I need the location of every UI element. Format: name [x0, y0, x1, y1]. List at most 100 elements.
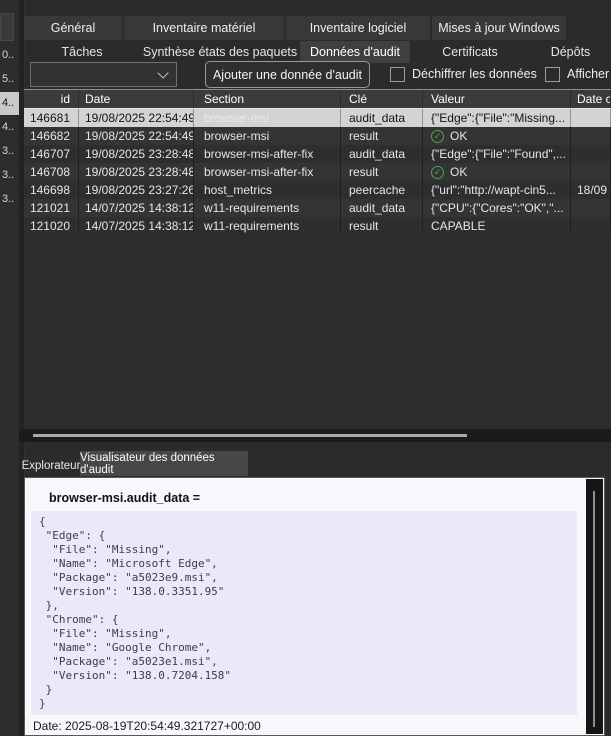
- cell-valeur: {"CPU":{"Cores":"OK","...: [423, 199, 571, 217]
- json-code-block: { "Edge": { "File": "Missing", "Name": "…: [31, 511, 577, 715]
- cell-id: 146681: [24, 109, 79, 127]
- code-line: "Package": "a5023e9.msi",: [39, 571, 577, 585]
- cell-section: host_metrics: [194, 181, 341, 199]
- tab-donnees-audit[interactable]: Données d'audit: [300, 41, 410, 63]
- chevron-down-icon: [157, 67, 168, 78]
- code-line: {: [39, 515, 577, 529]
- code-line: "Version": "138.0.7204.158": [39, 669, 577, 683]
- code-line: "Version": "138.0.3351.95": [39, 585, 577, 599]
- cell-date: 19/08/2025 22:54:49: [79, 109, 194, 127]
- left-id-cell[interactable]: 5..: [0, 68, 19, 92]
- tab-explorateur[interactable]: Explorateur: [22, 455, 80, 476]
- table-row[interactable]: 121021 14/07/2025 14:38:12 w11-requireme…: [24, 199, 611, 217]
- tab-general[interactable]: Général: [24, 16, 122, 40]
- cell-date: 14/07/2025 14:38:12: [79, 199, 194, 217]
- cell-id: 146707: [24, 145, 79, 163]
- cell-valeur-text: OK: [450, 127, 467, 145]
- decrypt-data-label: Déchiffrer les données: [412, 67, 537, 81]
- code-line: "Edge": {: [39, 529, 577, 543]
- cell-date-c: [571, 199, 611, 217]
- cell-valeur: ✓ OK: [423, 163, 571, 181]
- tab-inventaire-materiel[interactable]: Inventaire matériel: [124, 16, 284, 40]
- cell-id: 146698: [24, 181, 79, 199]
- horizontal-scrollbar[interactable]: [19, 429, 611, 442]
- cell-valeur: {"url":"http://wapt-cin5...: [423, 181, 571, 199]
- cell-valeur: ✓ OK: [423, 127, 571, 145]
- tab-visualisateur-label: Visualisateur des données d'audit: [80, 452, 248, 476]
- cell-cle: audit_data: [341, 145, 423, 163]
- table-row[interactable]: 146681 19/08/2025 22:54:49 browser-msi a…: [24, 108, 611, 127]
- header-date[interactable]: Date: [79, 90, 194, 108]
- decrypt-data-checkbox[interactable]: [390, 67, 405, 82]
- header-date-c[interactable]: Date c: [571, 90, 611, 108]
- header-valeur[interactable]: Valeur: [423, 90, 571, 108]
- code-line: "File": "Missing",: [39, 543, 577, 557]
- add-audit-data-button[interactable]: Ajouter une donnée d'audit: [205, 61, 370, 88]
- tab-depots[interactable]: Dépôts: [530, 41, 611, 63]
- audit-filter-combobox[interactable]: [30, 62, 177, 87]
- viewer-title: browser-msi.audit_data =: [49, 491, 200, 505]
- cell-id: 146708: [24, 163, 79, 181]
- cell-date: 19/08/2025 23:28:48: [79, 145, 194, 163]
- show-checkbox[interactable]: [545, 67, 560, 82]
- header-id[interactable]: id: [24, 90, 79, 108]
- tab-visualisateur-donnees-audit[interactable]: Visualisateur des données d'audit: [80, 451, 248, 476]
- left-id-cell[interactable]: 0..: [0, 44, 19, 68]
- tab-inventaire-logiciel[interactable]: Inventaire logiciel: [286, 16, 430, 40]
- cell-valeur: {"Edge":{"File":"Missing...: [423, 109, 571, 127]
- left-id-cell[interactable]: 3..: [0, 140, 19, 164]
- header-cle[interactable]: Clé: [341, 90, 423, 108]
- cell-date: 19/08/2025 23:27:26: [79, 181, 194, 199]
- grid-header-row: id Date Section Clé Valeur Date c: [24, 90, 611, 108]
- viewer-date-line: Date: 2025-08-19T20:54:49.321727+00:00: [33, 719, 261, 733]
- ok-check-icon: ✓: [431, 130, 444, 143]
- tab-explorateur-label: Explorateur: [22, 460, 81, 472]
- audit-data-grid: id Date Section Clé Valeur Date c 146681…: [24, 89, 611, 235]
- header-section[interactable]: Section: [194, 90, 341, 108]
- code-line: }: [39, 683, 577, 697]
- show-label: Afficher: [567, 67, 609, 81]
- cell-date-c: [571, 163, 611, 181]
- decrypt-data-checkbox-group: Déchiffrer les données: [390, 66, 537, 82]
- tab-taches[interactable]: Tâches: [24, 41, 140, 63]
- code-line: },: [39, 599, 577, 613]
- table-row[interactable]: 146682 19/08/2025 22:54:49 browser-msi r…: [24, 127, 611, 145]
- left-id-cell-selected[interactable]: 4..: [0, 92, 19, 116]
- horizontal-scrollbar-thumb[interactable]: [33, 434, 467, 437]
- grid-empty-area: [24, 233, 611, 429]
- tab-synthese-etats-paquets[interactable]: Synthèse états des paquets: [140, 41, 300, 63]
- cell-date-c: [571, 127, 611, 145]
- cell-section: w11-requirements: [194, 199, 341, 217]
- left-id-cell[interactable]: 3..: [0, 188, 19, 212]
- ok-check-icon: ✓: [431, 166, 444, 179]
- cell-cle: result: [341, 127, 423, 145]
- table-row[interactable]: 146698 19/08/2025 23:27:26 host_metrics …: [24, 181, 611, 199]
- cell-cle: audit_data: [341, 109, 423, 127]
- vertical-scrollbar-thumb[interactable]: [593, 491, 595, 727]
- code-line: }: [39, 697, 577, 711]
- add-audit-data-label: Ajouter une donnée d'audit: [213, 68, 362, 82]
- vertical-scrollbar[interactable]: [586, 479, 603, 734]
- cell-id: 121021: [24, 199, 79, 217]
- code-line: "Chrome": {: [39, 613, 577, 627]
- cell-date-c: [571, 145, 611, 163]
- tab-bar-row2: Tâches Synthèse états des paquets Donnée…: [24, 41, 611, 63]
- cell-date: 19/08/2025 23:28:48: [79, 163, 194, 181]
- code-line: "Name": "Google Chrome",: [39, 641, 577, 655]
- left-id-cell[interactable]: 3..: [0, 164, 19, 188]
- cell-date: 19/08/2025 22:54:49: [79, 127, 194, 145]
- left-id-cell[interactable]: 4..: [0, 116, 19, 140]
- cell-cle: result: [341, 163, 423, 181]
- code-line: "Name": "Microsoft Edge",: [39, 557, 577, 571]
- code-line: "File": "Missing",: [39, 627, 577, 641]
- left-partial-control: [0, 13, 14, 41]
- table-row[interactable]: 146707 19/08/2025 23:28:48 browser-msi-a…: [24, 145, 611, 163]
- cell-id: 146682: [24, 127, 79, 145]
- show-checkbox-group: Afficher: [545, 66, 611, 82]
- left-id-column: 0.. 5.. 4.. 4.. 3.. 3.. 3..: [0, 44, 19, 212]
- tab-bar-row1: Général Inventaire matériel Inventaire l…: [24, 16, 566, 40]
- table-row[interactable]: 146708 19/08/2025 23:28:48 browser-msi-a…: [24, 163, 611, 181]
- grid-body: 146681 19/08/2025 22:54:49 browser-msi a…: [24, 108, 611, 235]
- tab-certificats[interactable]: Certificats: [410, 41, 530, 63]
- tab-mises-a-jour-windows[interactable]: Mises à jour Windows: [432, 16, 566, 40]
